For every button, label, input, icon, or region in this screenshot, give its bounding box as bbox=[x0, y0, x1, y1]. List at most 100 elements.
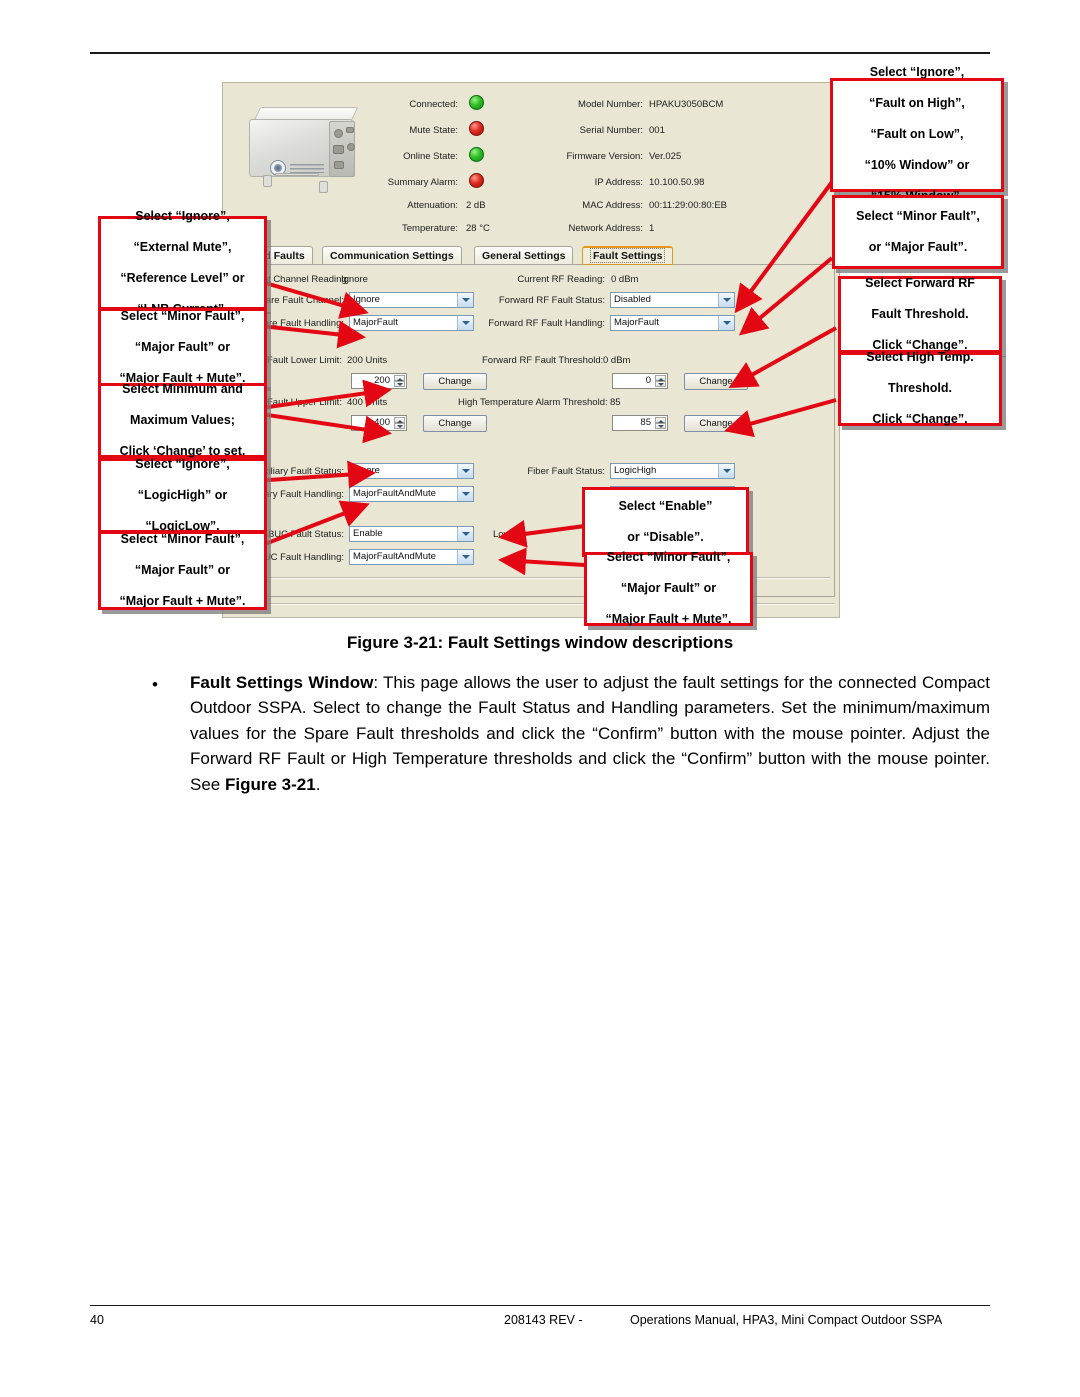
high-temperature-threshold-change-button[interactable]: Change bbox=[684, 415, 748, 432]
callout-line: “Major Fault + Mute”. bbox=[119, 593, 246, 608]
chevron-down-icon[interactable] bbox=[457, 464, 473, 478]
forward-rf-threshold-change-button[interactable]: Change bbox=[684, 373, 748, 390]
forward-rf-fault-threshold-label: Forward RF Fault Threshold: bbox=[482, 355, 604, 366]
auxiliary-fault-handling-select[interactable]: MajorFaultAndMute bbox=[349, 486, 474, 502]
document-page: Connected: Mute State: Online State: Sum… bbox=[0, 0, 1080, 1397]
fiber-fault-status-select[interactable]: LogicHigh bbox=[610, 463, 735, 479]
body-lead-in: Fault Settings Window bbox=[190, 673, 374, 692]
fiber-fault-status-value: LogicHigh bbox=[614, 465, 657, 476]
chevron-down-icon[interactable] bbox=[718, 464, 734, 478]
callout-line: Threshold. bbox=[888, 381, 952, 396]
status-label: MAC Address: bbox=[582, 200, 643, 211]
body-paragraph: Fault Settings Window: This page allows … bbox=[190, 670, 990, 797]
document-number: 208143 REV - bbox=[504, 1313, 583, 1327]
spare-fault-upper-limit-input[interactable]: 400 bbox=[374, 417, 390, 428]
body-period: . bbox=[315, 774, 321, 794]
spare-fault-channel-select[interactable]: Ignore bbox=[349, 292, 474, 308]
status-label: Summary Alarm: bbox=[387, 177, 458, 188]
callout-line: Select “Ignore”, bbox=[869, 65, 965, 80]
chevron-down-icon[interactable] bbox=[718, 316, 734, 330]
network-address-value: 1 bbox=[649, 223, 655, 234]
callout-line: Select High Temp. bbox=[866, 350, 974, 365]
stepper-down-icon[interactable] bbox=[655, 381, 666, 387]
callout-line: or “Major Fault”. bbox=[868, 239, 968, 254]
callout-spare-fault-handling-options: Select “Minor Fault”, “Major Fault” or “… bbox=[98, 308, 267, 387]
forward-rf-threshold-stepper[interactable]: 0 bbox=[612, 373, 668, 389]
high-temperature-alarm-threshold-value: 85 bbox=[610, 397, 621, 408]
auxiliary-fault-handling-value: MajorFaultAndMute bbox=[353, 488, 436, 499]
status-label: Serial Number: bbox=[579, 125, 643, 136]
stepper-down-icon[interactable] bbox=[394, 381, 405, 387]
spare-fault-channel-value: Ignore bbox=[353, 294, 380, 305]
summary-alarm-led bbox=[469, 173, 484, 188]
high-temperature-alarm-threshold-label: High Temperature Alarm Threshold: bbox=[458, 397, 608, 408]
forward-rf-threshold-input[interactable]: 0 bbox=[646, 375, 651, 386]
chevron-down-icon[interactable] bbox=[457, 316, 473, 330]
current-channel-reading-value: Ignore bbox=[341, 274, 368, 285]
callout-min-max-values: Select Minimum and Maximum Values; Click… bbox=[98, 382, 267, 458]
chevron-down-icon[interactable] bbox=[457, 527, 473, 541]
spare-fault-handling-select[interactable]: MajorFault bbox=[349, 315, 474, 331]
temperature-value: 28 °C bbox=[466, 223, 490, 234]
buc-fault-status-select[interactable]: Enable bbox=[349, 526, 474, 542]
callout-line: Select “Enable” bbox=[618, 498, 713, 513]
status-label: Online State: bbox=[403, 151, 458, 162]
forward-rf-fault-handling-select[interactable]: MajorFault bbox=[610, 315, 735, 331]
callout-line: “Major Fault” or bbox=[620, 581, 717, 596]
stepper-down-icon[interactable] bbox=[394, 423, 405, 429]
callout-line: “Fault on High”, bbox=[869, 96, 965, 111]
callout-line: “Major Fault” or bbox=[134, 562, 231, 577]
firmware-version-value: Ver.025 bbox=[649, 151, 682, 162]
callout-line: “External Mute”, bbox=[133, 239, 232, 254]
tab-fault-settings[interactable]: Fault Settings bbox=[582, 246, 674, 265]
buc-fault-handling-select[interactable]: MajorFaultAndMute bbox=[349, 549, 474, 565]
callout-forward-rf-threshold: Select Forward RF Fault Threshold. Click… bbox=[838, 276, 1002, 353]
callout-line: or “Disable”. bbox=[627, 529, 704, 544]
current-rf-reading-value: 0 dBm bbox=[611, 274, 639, 285]
high-temperature-threshold-stepper[interactable]: 85 bbox=[612, 415, 668, 431]
spare-fault-lower-change-button[interactable]: Change bbox=[423, 373, 487, 390]
forward-rf-fault-status-value: Disabled bbox=[614, 294, 651, 305]
callout-line: Select “Minor Fault”, bbox=[120, 308, 245, 323]
spare-fault-upper-limit-value: 400 Units bbox=[347, 397, 388, 408]
callout-buc-fault-handling-options: Select “Minor Fault”, “Major Fault” or “… bbox=[584, 550, 753, 627]
model-number-value: HPAKU3050BCM bbox=[649, 99, 724, 110]
status-label: Attenuation: bbox=[407, 200, 458, 211]
auxiliary-fault-status-select[interactable]: Ignore bbox=[349, 463, 474, 479]
spare-fault-lower-limit-stepper[interactable]: 200 bbox=[351, 373, 407, 389]
status-label: IP Address: bbox=[594, 177, 643, 188]
forward-rf-fault-status-select[interactable]: Disabled bbox=[610, 292, 735, 308]
chevron-down-icon[interactable] bbox=[457, 550, 473, 564]
callout-line: Click “Change”. bbox=[872, 412, 968, 427]
current-rf-reading-label: Current RF Reading: bbox=[517, 274, 605, 285]
buc-fault-status-value: Enable bbox=[353, 528, 383, 539]
tab-communication-settings[interactable]: Communication Settings bbox=[322, 246, 462, 265]
auxiliary-fault-status-value: Ignore bbox=[353, 465, 380, 476]
forward-rf-fault-threshold-value: 0 dBm bbox=[603, 355, 631, 366]
fiber-fault-status-label: Fiber Fault Status: bbox=[527, 466, 605, 477]
callout-enable-disable: Select “Enable” or “Disable”. bbox=[582, 487, 749, 557]
status-label: Network Address: bbox=[568, 223, 643, 234]
serial-number-value: 001 bbox=[649, 125, 665, 136]
online-state-led bbox=[469, 147, 484, 162]
chevron-down-icon[interactable] bbox=[457, 293, 473, 307]
tab-label: General Settings bbox=[482, 250, 566, 262]
stepper-down-icon[interactable] bbox=[655, 423, 666, 429]
mute-state-led bbox=[469, 121, 484, 136]
callout-auxiliary-fault-handling-options: Select “Minor Fault”, “Major Fault” or “… bbox=[98, 531, 267, 610]
high-temperature-threshold-input[interactable]: 85 bbox=[640, 417, 651, 428]
chevron-down-icon[interactable] bbox=[718, 293, 734, 307]
spare-fault-upper-limit-stepper[interactable]: 400 bbox=[351, 415, 407, 431]
spare-fault-upper-change-button[interactable]: Change bbox=[423, 415, 487, 432]
callout-line: Select “Ignore”, bbox=[135, 456, 230, 471]
tab-general-settings[interactable]: General Settings bbox=[474, 246, 574, 265]
spare-fault-lower-limit-input[interactable]: 200 bbox=[374, 375, 390, 386]
callout-line: Fault Threshold. bbox=[871, 306, 969, 321]
callout-line: “Major Fault + Mute”. bbox=[605, 612, 732, 627]
callout-line: “Reference Level” or bbox=[120, 270, 245, 285]
callout-line: “10% Window” or bbox=[864, 158, 970, 173]
callout-line: Select Forward RF bbox=[865, 275, 975, 290]
callout-line: Select “Minor Fault”, bbox=[120, 531, 245, 546]
status-label: Firmware Version: bbox=[566, 151, 643, 162]
chevron-down-icon[interactable] bbox=[457, 487, 473, 501]
